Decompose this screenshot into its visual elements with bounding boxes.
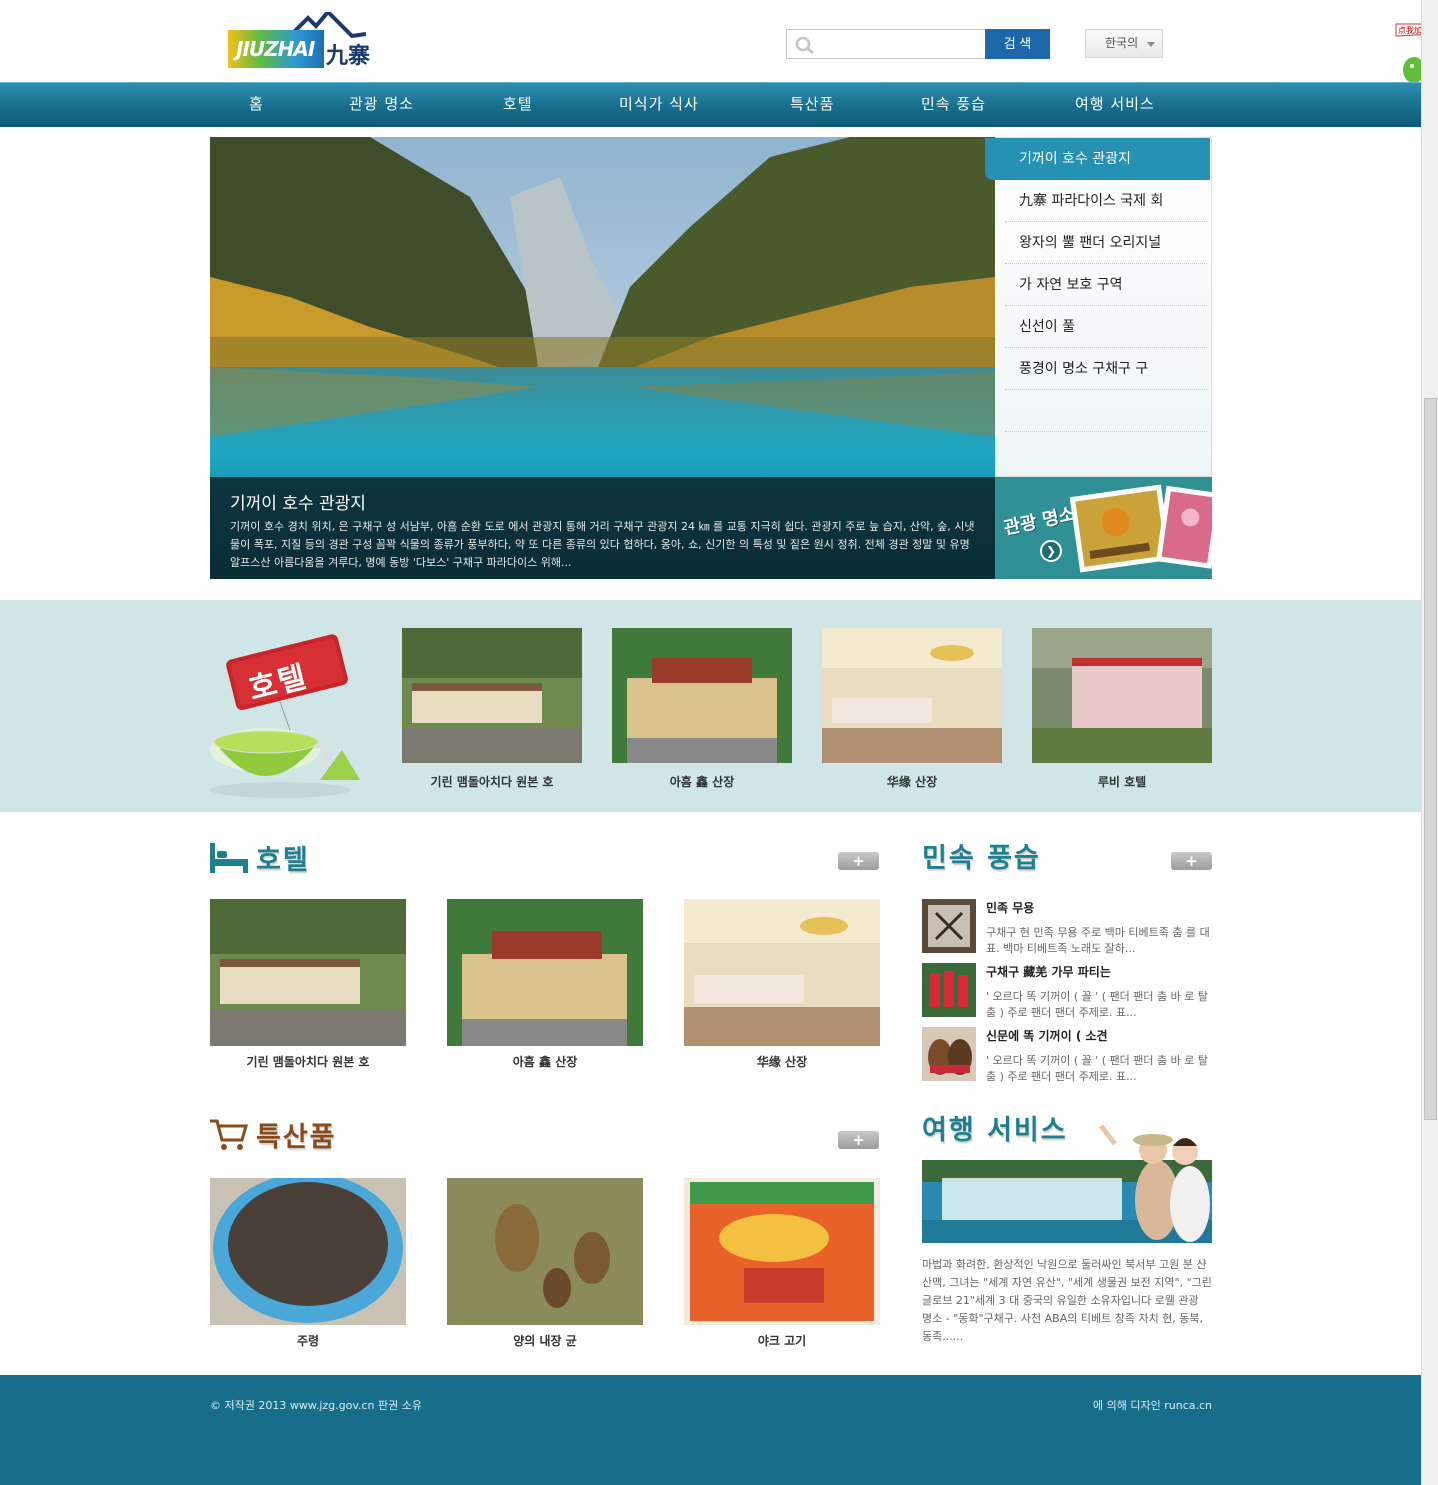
travel-description: 마법과 화려한, 환상적인 낙원으로 둘러싸인 북서부 고원 분 샨 산맥, 그… xyxy=(922,1258,1212,1343)
band-hotel-caption: 华缘 산장 xyxy=(886,775,938,789)
hero-list-item[interactable]: 풍경이 명소 구채구 구 xyxy=(1005,348,1207,390)
hotel-photo xyxy=(684,899,880,1046)
band-hotel-card[interactable]: 아흠 鑫 산장 xyxy=(612,628,792,790)
folk-item-title[interactable]: 신문에 똑 기꺼이 ( 소견 xyxy=(986,1027,1108,1044)
main-nav: 홈 관광 명소 호텔 미식가 식사 특산품 민속 풍습 여행 서비스 xyxy=(0,82,1421,127)
folk-thumbnail xyxy=(922,899,976,953)
nav-folk-customs[interactable]: 민속 풍습 xyxy=(921,83,986,127)
nav-attractions[interactable]: 관광 명소 xyxy=(349,83,414,127)
shopping-cart-icon xyxy=(210,1119,248,1150)
hero-list-item[interactable]: 가 자연 보호 구역 xyxy=(1005,264,1207,306)
folk-item-desc: ' 오르다 똑 기꺼이 ( 꼴 ' ( 팬더 팬더 춤 바 로 탈 춤 ) 주로… xyxy=(986,990,1209,1019)
folk-item-title[interactable]: 민족 무용 xyxy=(986,899,1034,916)
hotel-photo xyxy=(1032,628,1212,763)
search-icon xyxy=(795,36,814,54)
band-hotel-caption: 루비 호텔 xyxy=(1097,775,1147,789)
nav-specialty[interactable]: 특산품 xyxy=(790,83,834,127)
hero-list-item[interactable]: 신선이 풀 xyxy=(1005,306,1207,348)
specialty-caption: 야크 고기 xyxy=(757,1334,807,1348)
search-box xyxy=(786,29,986,59)
specialty-card[interactable]: 주령 xyxy=(210,1178,406,1349)
band-hotel-card[interactable]: 루비 호텔 xyxy=(1032,628,1212,790)
logo-chinese: 九寨 xyxy=(326,43,371,69)
chevron-down-icon xyxy=(1147,42,1155,47)
hero-list-item[interactable]: 九寨 파라다이스 국제 회 xyxy=(1005,180,1207,222)
logo-text: JIUZHAI xyxy=(228,30,324,68)
folk-more-button[interactable]: + xyxy=(1171,852,1212,870)
hotels-more-button[interactable]: + xyxy=(838,852,879,870)
specialty-card[interactable]: 야크 고기 xyxy=(684,1178,880,1349)
hotel-caption: 아흠 鑫 산장 xyxy=(512,1055,578,1069)
scrollbar-thumb[interactable] xyxy=(1424,398,1437,1120)
band-hotel-caption: 아흠 鑫 산장 xyxy=(669,775,735,789)
monkey-photo-icon xyxy=(1069,484,1212,573)
specialty-caption: 양의 내장 균 xyxy=(513,1334,577,1348)
bed-icon xyxy=(210,843,248,873)
hero-list: 기꺼이 호수 관광지 九寨 파라다이스 국제 회 왕자의 뿔 팬더 오리지널 가… xyxy=(985,137,1212,477)
hero-slider[interactable]: 기꺼이 호수 관광지 기꺼이 호수 경치 위치, 은 구채구 성 서남부, 아흠… xyxy=(210,137,995,579)
band-hotel-card[interactable]: 기린 맴돌아치다 원본 호 xyxy=(402,628,582,790)
folk-item-desc: 구채구 현 민족 무용 주로 백마 티베트족 춤 를 대표. 백마 티베트족 노… xyxy=(986,926,1210,955)
hotel-band-tag: 호텔 xyxy=(210,630,365,800)
site-header: JIUZHAI 九寨 검 색 한국의 xyxy=(0,0,1421,82)
folk-item[interactable]: 신문에 똑 기꺼이 ( 소견 ' 오르다 똑 기꺼이 ( 꼴 ' ( 팬더 팬더… xyxy=(922,1027,1212,1087)
folk-item[interactable]: 구채구 藏羌 가무 파티는 ' 오르다 똑 기꺼이 ( 꼴 ' ( 팬더 팬더 … xyxy=(922,963,1212,1023)
hotel-photo xyxy=(210,899,406,1046)
waterfall-photo xyxy=(922,1160,1212,1243)
folk-thumbnail xyxy=(922,963,976,1017)
hotel-card[interactable]: 华缘 산장 xyxy=(684,899,880,1070)
folk-item-desc: ' 오르다 똑 기꺼이 ( 꼴 ' ( 팬더 팬더 춤 바 로 탈 춤 ) 주로… xyxy=(986,1054,1209,1083)
folk-item[interactable]: 민족 무용 구채구 현 민족 무용 주로 백마 티베트족 춤 를 대표. 백마 … xyxy=(922,899,1212,959)
hotels-section-title: 호텔 xyxy=(256,845,310,876)
site-footer: © 저작권 2013 www.jzg.gov.cn 판권 소유 에 의해 디자인… xyxy=(0,1375,1421,1485)
hero-list-empty xyxy=(1005,390,1207,432)
hero-list-item[interactable]: 왕자의 뿔 팬더 오리지널 xyxy=(1005,222,1207,264)
specialty-caption: 주령 xyxy=(296,1334,320,1348)
copyright-text: © 저작권 2013 www.jzg.gov.cn 판권 소유 xyxy=(210,1399,422,1412)
specialty-section-title: 특산품 xyxy=(256,1122,337,1153)
attractions-promo[interactable]: 관광 명소 ❯ xyxy=(995,477,1212,579)
travel-section-title: 여행 서비스 xyxy=(922,1115,1068,1146)
hero-caption: 기꺼이 호수 관광지 기꺼이 호수 경치 위치, 은 구채구 성 서남부, 아흠… xyxy=(210,477,995,579)
promo-label: 관광 명소 xyxy=(1001,503,1078,540)
band-hotel-caption: 기린 맴돌아치다 원본 호 xyxy=(430,775,554,789)
hero-title[interactable]: 기꺼이 호수 관광지 xyxy=(230,489,366,514)
nav-home[interactable]: 홈 xyxy=(249,83,264,127)
page-scrollbar[interactable] xyxy=(1421,0,1438,1485)
specialty-photo xyxy=(684,1178,880,1325)
hotel-photo xyxy=(612,628,792,763)
nav-hotels[interactable]: 호텔 xyxy=(503,83,533,127)
hero-list-item[interactable]: 기꺼이 호수 관광지 xyxy=(985,138,1210,180)
specialty-photo xyxy=(447,1178,643,1325)
site-logo[interactable]: JIUZHAI 九寨 xyxy=(226,12,378,72)
folk-item-title[interactable]: 구채구 藏羌 가무 파티는 xyxy=(986,963,1111,980)
nav-travel-service[interactable]: 여행 서비스 xyxy=(1075,83,1155,127)
hotel-card[interactable]: 기린 맴돌아치다 원본 호 xyxy=(210,899,406,1070)
band-hotel-card[interactable]: 华缘 산장 xyxy=(822,628,1002,790)
folk-section-title: 민속 풍습 xyxy=(922,843,1041,874)
hotel-photo xyxy=(822,628,1002,763)
folk-thumbnail xyxy=(922,1027,976,1081)
specialty-card[interactable]: 양의 내장 균 xyxy=(447,1178,643,1349)
specialty-photo xyxy=(210,1178,406,1325)
hotel-caption: 기린 맴돌아치다 원본 호 xyxy=(246,1055,370,1069)
search-button[interactable]: 검 색 xyxy=(985,29,1050,59)
specialty-more-button[interactable]: + xyxy=(838,1131,879,1149)
designer-credit[interactable]: 에 의해 디자인 runca.cn xyxy=(1093,1397,1212,1413)
hotel-photo xyxy=(402,628,582,763)
hero-description: 기꺼이 호수 경치 위치, 은 구채구 성 서남부, 아흠 순환 도로 에서 관… xyxy=(230,520,975,569)
hotel-card[interactable]: 아흠 鑫 산장 xyxy=(447,899,643,1070)
arrow-right-icon[interactable]: ❯ xyxy=(1040,540,1062,562)
travel-banner[interactable] xyxy=(922,1160,1212,1243)
search-input[interactable] xyxy=(817,32,977,56)
language-label: 한국의 xyxy=(1105,36,1139,50)
travelers-icon xyxy=(1099,1124,1198,1165)
hotel-photo xyxy=(447,899,643,1046)
nav-gourmet[interactable]: 미식가 식사 xyxy=(619,83,699,127)
language-select[interactable]: 한국의 xyxy=(1085,29,1163,58)
hotel-caption: 华缘 산장 xyxy=(756,1055,808,1069)
